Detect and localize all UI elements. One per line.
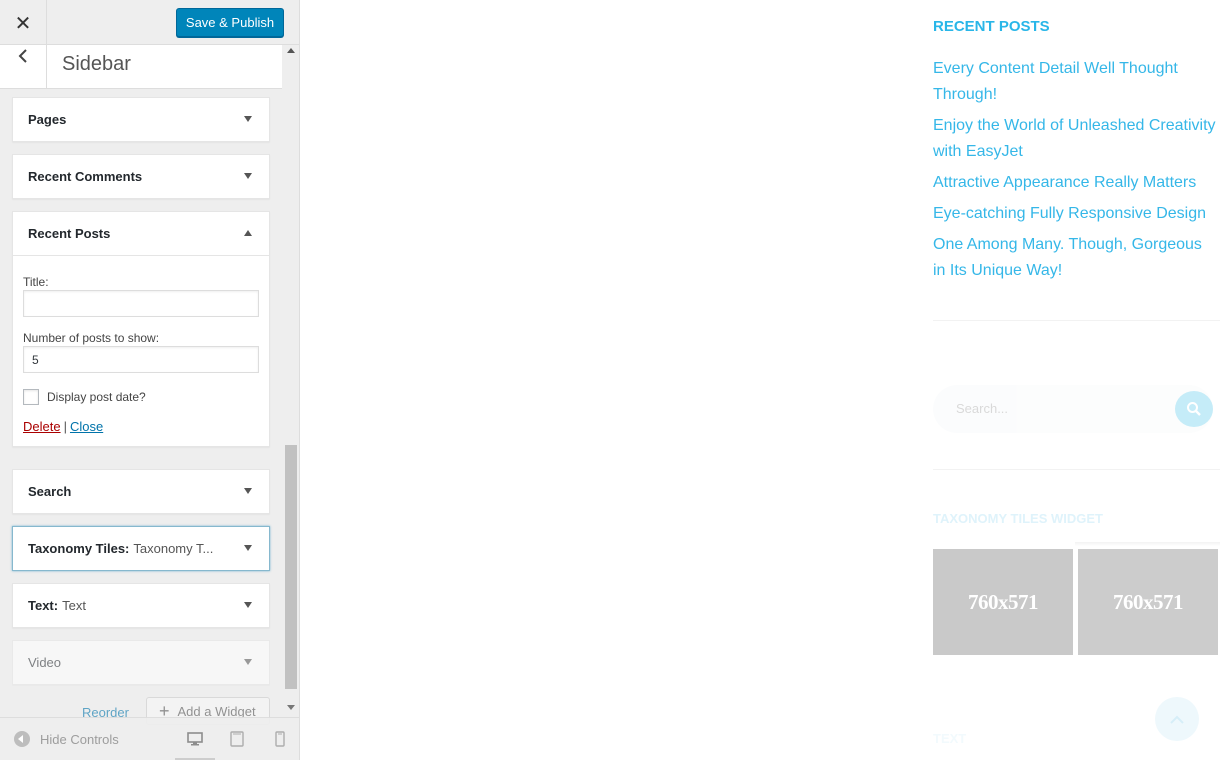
widget-header[interactable]: Search bbox=[13, 470, 269, 513]
scroll-up-arrow-icon[interactable] bbox=[287, 48, 295, 53]
widget-text: Text: Text bbox=[12, 583, 270, 628]
widget-header[interactable]: Taxonomy Tiles: Taxonomy T... bbox=[13, 527, 269, 570]
expand-arrow-icon[interactable] bbox=[244, 545, 252, 551]
close-icon: ✕ bbox=[14, 10, 32, 35]
hide-controls-label: Hide Controls bbox=[40, 731, 119, 747]
widget-subtitle: Taxonomy T... bbox=[133, 541, 214, 556]
widget-title: Pages bbox=[28, 112, 67, 127]
taxonomy-heading: TAXONOMY TILES WIDGET bbox=[933, 511, 1103, 526]
post-link[interactable]: One Among Many. Though, Gorgeous in Its … bbox=[933, 232, 1218, 284]
taxonomy-tile[interactable]: 760x571 bbox=[933, 549, 1073, 655]
chevron-up-icon bbox=[1170, 715, 1184, 724]
post-link[interactable]: Enjoy the World of Unleashed Creativity … bbox=[933, 113, 1218, 165]
text-heading: TEXT bbox=[933, 731, 967, 746]
chevron-left-icon bbox=[18, 49, 27, 63]
widget-title: Video bbox=[28, 655, 62, 670]
expand-arrow-icon[interactable] bbox=[244, 602, 252, 608]
section-header: Sidebar bbox=[0, 45, 282, 89]
tablet-icon[interactable] bbox=[229, 731, 245, 747]
widget-form: Title: Number of posts to show: Display … bbox=[13, 255, 269, 446]
widget-recent-posts: Recent Posts Title: Number of posts to s… bbox=[12, 211, 270, 447]
widget-actions: Delete | Close bbox=[23, 419, 259, 434]
save-publish-button[interactable]: Save & Publish bbox=[176, 8, 284, 37]
site-preview: RECENT POSTS Every Content Detail Well T… bbox=[300, 0, 1220, 760]
widget-header[interactable]: Pages bbox=[13, 98, 269, 141]
search-input[interactable]: Search... bbox=[933, 385, 1213, 433]
search-icon bbox=[1187, 402, 1201, 416]
widget-header[interactable]: Video bbox=[13, 641, 269, 684]
delete-link[interactable]: Delete bbox=[23, 419, 61, 434]
post-link[interactable]: Every Content Detail Well Thought Throug… bbox=[933, 56, 1218, 108]
mobile-icon[interactable] bbox=[272, 731, 288, 747]
scrollbar[interactable] bbox=[284, 45, 299, 717]
title-input[interactable] bbox=[23, 290, 259, 317]
recent-posts-heading: RECENT POSTS bbox=[933, 18, 1050, 35]
widget-title: Text: bbox=[28, 598, 59, 613]
section-title: Sidebar bbox=[62, 53, 131, 75]
search-button[interactable] bbox=[1175, 391, 1213, 427]
separator: | bbox=[63, 419, 67, 434]
number-posts-input[interactable] bbox=[23, 346, 259, 373]
collapse-arrow-icon[interactable] bbox=[244, 230, 252, 236]
collapse-sidebar-icon bbox=[14, 731, 30, 747]
customizer-panel: ✕ Save & Publish Sidebar Pages Recent Co… bbox=[0, 0, 300, 760]
tile-shadow bbox=[1075, 542, 1220, 546]
display-date-checkbox[interactable] bbox=[23, 389, 39, 405]
post-link[interactable]: Eye-catching Fully Responsive Design bbox=[933, 201, 1218, 227]
widget-recent-comments: Recent Comments bbox=[12, 154, 270, 199]
close-customizer-button[interactable]: ✕ bbox=[0, 0, 47, 45]
title-label: Title: bbox=[23, 275, 49, 289]
hide-controls-button[interactable]: Hide Controls bbox=[14, 731, 119, 747]
widget-taxonomy-tiles: Taxonomy Tiles: Taxonomy T... bbox=[12, 526, 270, 571]
widget-area-actions: Reorder + Add a Widget bbox=[0, 697, 282, 725]
widget-title: Search bbox=[28, 484, 72, 499]
divider bbox=[933, 320, 1220, 321]
number-posts-label: Number of posts to show: bbox=[23, 331, 160, 345]
display-date-row: Display post date? bbox=[23, 389, 259, 405]
recent-posts-list: Every Content Detail Well Thought Throug… bbox=[933, 56, 1218, 289]
widget-title: Recent Posts bbox=[28, 226, 111, 241]
back-button[interactable] bbox=[0, 45, 47, 89]
desktop-icon[interactable] bbox=[187, 731, 203, 747]
customizer-footer: Hide Controls bbox=[0, 717, 299, 760]
post-link[interactable]: Attractive Appearance Really Matters bbox=[933, 170, 1218, 196]
scroll-down-arrow-icon[interactable] bbox=[287, 705, 295, 710]
expand-arrow-icon[interactable] bbox=[244, 488, 252, 494]
widget-search: Search bbox=[12, 469, 270, 514]
widget-header[interactable]: Text: Text bbox=[13, 584, 269, 627]
divider bbox=[933, 469, 1220, 470]
close-link[interactable]: Close bbox=[70, 419, 103, 434]
customizer-header: ✕ Save & Publish bbox=[0, 0, 299, 45]
expand-arrow-icon[interactable] bbox=[244, 116, 252, 122]
widget-pages: Pages bbox=[12, 97, 270, 142]
scroll-thumb[interactable] bbox=[285, 445, 297, 689]
widget-title: Recent Comments bbox=[28, 169, 143, 184]
widget-header[interactable]: Recent Comments bbox=[13, 155, 269, 198]
expand-arrow-icon[interactable] bbox=[244, 659, 252, 665]
widget-title: Taxonomy Tiles: bbox=[28, 541, 130, 556]
taxonomy-tile[interactable]: 760x571 bbox=[1078, 549, 1218, 655]
widget-video: Video bbox=[12, 640, 270, 685]
widget-subtitle: Text bbox=[62, 598, 86, 613]
widget-header[interactable]: Recent Posts bbox=[13, 212, 269, 255]
back-to-top-button[interactable] bbox=[1155, 697, 1199, 741]
display-date-label: Display post date? bbox=[47, 390, 146, 404]
search-placeholder: Search... bbox=[956, 401, 1009, 416]
expand-arrow-icon[interactable] bbox=[244, 173, 252, 179]
